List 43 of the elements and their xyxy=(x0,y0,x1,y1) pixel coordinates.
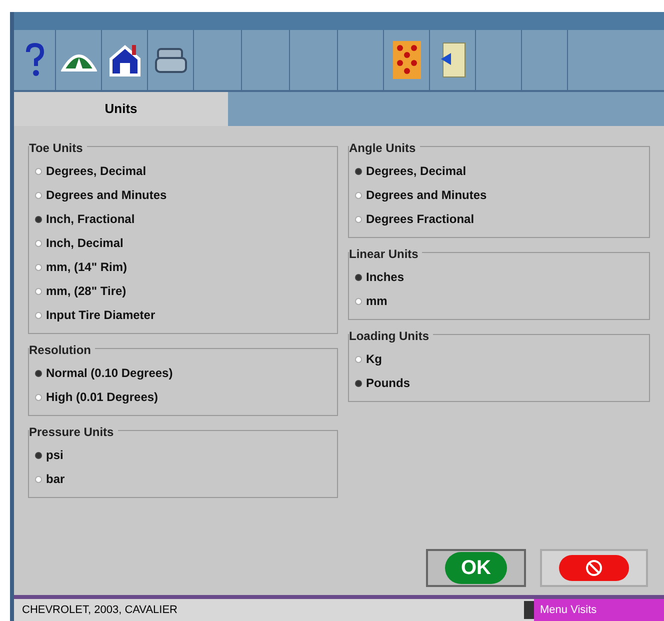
radio-button[interactable] xyxy=(35,168,42,174)
radio-option[interactable]: Kg xyxy=(355,347,382,371)
radio-option[interactable]: mm, (28" Tire) xyxy=(35,279,126,303)
radio-option[interactable]: Degrees, Decimal xyxy=(355,159,466,183)
radio-option[interactable]: Inches xyxy=(355,265,404,289)
tab[interactable]: Units xyxy=(14,92,228,126)
radio-option[interactable]: psi xyxy=(35,443,64,467)
radio-button[interactable] xyxy=(35,192,42,198)
radio-option[interactable]: bar xyxy=(35,467,65,491)
radio-option[interactable]: Normal (0.10 Degrees) xyxy=(35,361,173,385)
ok-button[interactable]: OK xyxy=(426,549,526,587)
radio-button[interactable] xyxy=(355,216,362,222)
mode-status: Menu Visits xyxy=(534,599,664,621)
radio-button[interactable] xyxy=(355,380,362,386)
radio-button[interactable] xyxy=(35,240,42,246)
status-icon xyxy=(524,601,534,619)
radio-option[interactable]: Input Tire Diameter xyxy=(35,303,156,327)
radio-button[interactable] xyxy=(35,452,42,458)
radio-option[interactable]: Pounds xyxy=(355,371,410,395)
radio-option[interactable]: High (0.01 Degrees) xyxy=(35,385,158,409)
radio-button[interactable] xyxy=(35,264,42,270)
radio-button[interactable] xyxy=(355,298,362,304)
radio-option[interactable]: Inch, Decimal xyxy=(35,231,124,255)
radio-option[interactable]: Degrees, Decimal xyxy=(35,159,146,183)
radio-button[interactable] xyxy=(35,394,42,400)
radio-option[interactable]: mm, (14" Rim) xyxy=(35,255,128,279)
radio-button[interactable] xyxy=(355,274,362,280)
radio-button[interactable] xyxy=(355,192,362,198)
cancel-button[interactable] xyxy=(540,549,648,587)
radio-option[interactable]: Degrees and Minutes xyxy=(355,183,487,207)
radio-button[interactable] xyxy=(35,288,42,294)
radio-button[interactable] xyxy=(355,168,362,174)
stop-icon xyxy=(585,559,603,577)
radio-button[interactable] xyxy=(35,476,42,482)
radio-button[interactable] xyxy=(35,370,42,376)
radio-option[interactable]: Degrees Fractional xyxy=(355,207,474,231)
vehicle-status: CHEVROLET, 2003, CAVALIER xyxy=(21,602,178,618)
radio-option[interactable]: mm xyxy=(355,289,388,313)
radio-option[interactable]: Inch, Fractional xyxy=(35,207,135,231)
radio-button[interactable] xyxy=(35,312,42,318)
radio-button[interactable] xyxy=(35,216,42,222)
radio-option[interactable]: Degrees and Minutes xyxy=(35,183,167,207)
radio-button[interactable] xyxy=(355,356,362,362)
